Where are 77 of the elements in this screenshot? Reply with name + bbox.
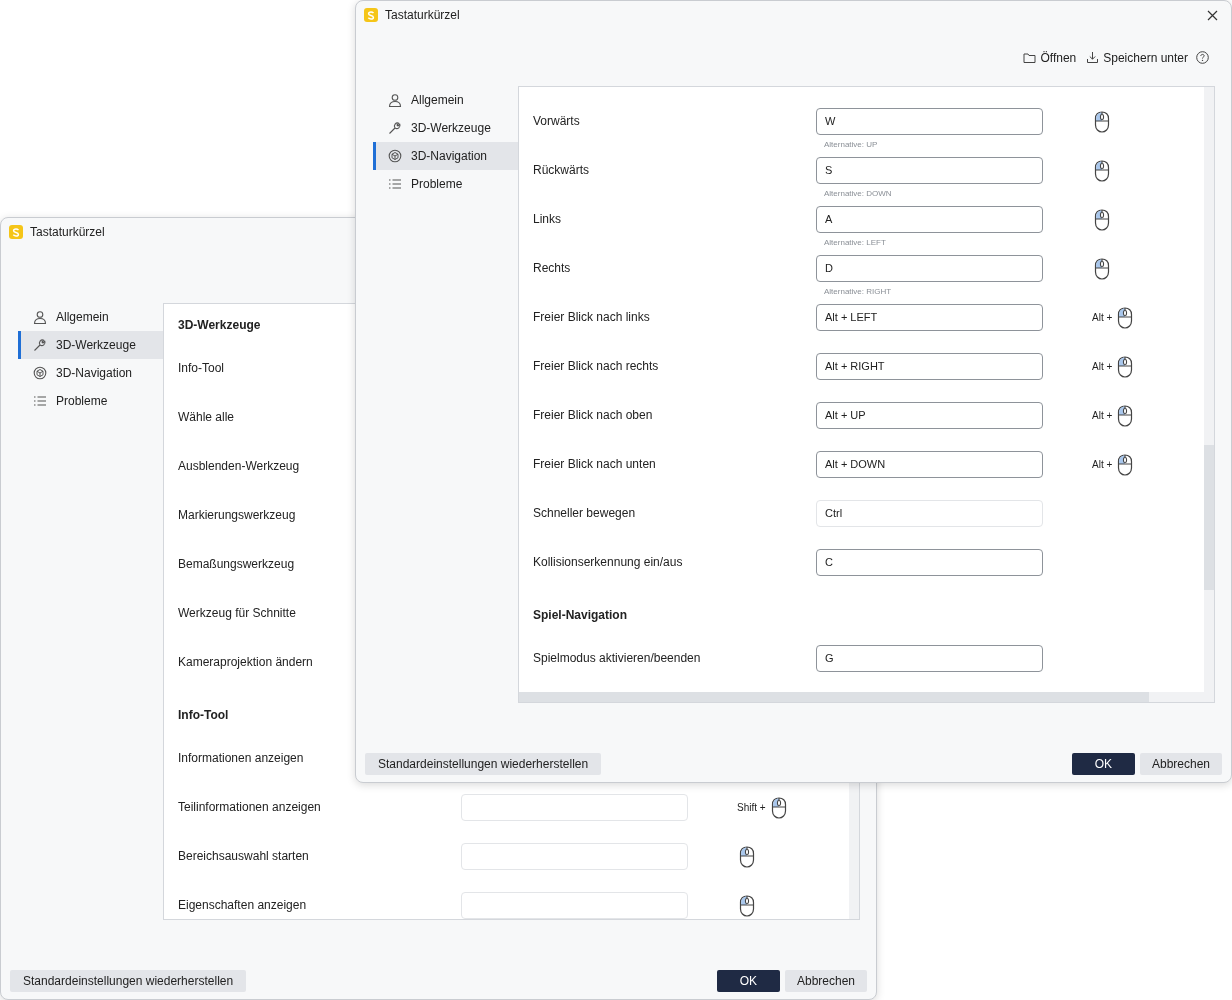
restore-defaults-button[interactable]: Standardeinstellungen wiederherstellen bbox=[365, 753, 602, 775]
restore-defaults-button[interactable]: Standardeinstellungen wiederherstellen bbox=[10, 970, 247, 992]
shortcut-label: Kameraprojektion ändern bbox=[178, 655, 313, 669]
list-icon bbox=[33, 394, 47, 408]
shortcut-label: Freier Blick nach rechts bbox=[533, 359, 659, 373]
sidebar-item[interactable]: Probleme bbox=[373, 170, 518, 198]
shortcut-field[interactable]: G bbox=[816, 645, 1043, 672]
cube-icon bbox=[33, 366, 47, 380]
shortcut-field[interactable]: Alt + UP bbox=[816, 402, 1043, 429]
cube-icon bbox=[388, 149, 402, 163]
shortcut-field[interactable]: A bbox=[816, 206, 1043, 233]
shortcut-field[interactable]: C bbox=[816, 549, 1043, 576]
open-button[interactable]: Öffnen bbox=[1021, 50, 1079, 65]
shortcut-label: Freier Blick nach unten bbox=[533, 457, 656, 471]
ok-button[interactable]: OK bbox=[716, 970, 780, 992]
modifier-label: Alt + bbox=[1092, 410, 1113, 421]
section-heading: Spiel-Navigation bbox=[533, 608, 627, 622]
section-heading: 3D-Werkzeuge bbox=[178, 318, 261, 332]
shortcut-label: Rechts bbox=[533, 261, 571, 275]
shortcut-label: Bemaßungswerkzeug bbox=[178, 557, 295, 571]
app-logo-icon bbox=[364, 8, 378, 22]
sidebar-item[interactable]: Probleme bbox=[18, 387, 163, 415]
modifier-label: Alt + bbox=[1092, 459, 1113, 470]
shortcut-label: Freier Blick nach links bbox=[533, 310, 650, 324]
shortcut-label: Kollisionserkennung ein/aus bbox=[533, 555, 683, 569]
alternative-hint: Alternative: DOWN bbox=[823, 189, 893, 199]
cancel-button[interactable]: Abbrechen bbox=[784, 970, 867, 992]
folder-icon bbox=[1023, 51, 1037, 64]
shortcut-label: Links bbox=[533, 212, 561, 226]
wrench-icon bbox=[388, 121, 402, 135]
person-icon bbox=[388, 93, 402, 107]
scrollbar-thumb[interactable] bbox=[1204, 445, 1214, 590]
shortcut-label: Markierungswerkzeug bbox=[178, 508, 296, 522]
sidebar-item[interactable]: 3D-Navigation bbox=[18, 359, 163, 387]
save-as-button[interactable]: Speichern unter bbox=[1084, 50, 1190, 65]
shortcut-label: Rückwärts bbox=[533, 163, 589, 177]
shortcut-field[interactable]: S bbox=[816, 157, 1043, 184]
ok-button[interactable]: OK bbox=[1071, 753, 1135, 775]
download-icon bbox=[1086, 51, 1100, 64]
shortcut-label: Eigenschaften anzeigen bbox=[178, 898, 307, 912]
shortcut-field[interactable]: D bbox=[816, 255, 1043, 282]
shortcut-label: Info-Tool bbox=[178, 361, 225, 375]
app-logo-icon bbox=[9, 225, 23, 239]
modifier-label: Alt + bbox=[1092, 312, 1113, 323]
shortcut-field[interactable]: Alt + LEFT bbox=[816, 304, 1043, 331]
section-heading: Info-Tool bbox=[178, 708, 229, 722]
sidebar-item[interactable]: Allgemein bbox=[373, 86, 518, 114]
shortcut-label: Vorwärts bbox=[533, 114, 580, 128]
alternative-hint: Alternative: LEFT bbox=[823, 238, 887, 248]
sidebar-item[interactable]: 3D-Navigation bbox=[373, 142, 518, 170]
person-icon bbox=[33, 310, 47, 324]
sidebar-item[interactable]: 3D-Werkzeuge bbox=[373, 114, 518, 142]
help-icon[interactable] bbox=[1196, 51, 1209, 64]
shortcut-label: Informationen anzeigen bbox=[178, 751, 304, 765]
sidebar-item[interactable]: Allgemein bbox=[18, 303, 163, 331]
alternative-hint: Alternative: RIGHT bbox=[823, 287, 893, 297]
shortcut-field[interactable]: W bbox=[816, 108, 1043, 135]
alternative-hint: Alternative: UP bbox=[823, 140, 879, 150]
wrench-icon bbox=[33, 338, 47, 352]
shortcut-label: Teilinformationen anzeigen bbox=[178, 800, 321, 814]
shortcut-field[interactable]: Alt + RIGHT bbox=[816, 353, 1043, 380]
shortcut-label: Ausblenden-Werkzeug bbox=[178, 459, 300, 473]
window-title: Tastaturkürzel bbox=[385, 8, 460, 22]
sidebar-item[interactable]: 3D-Werkzeuge bbox=[18, 331, 163, 359]
shortcut-field[interactable]: Alt + DOWN bbox=[816, 451, 1043, 478]
shortcut-label: Spielmodus aktivieren/beenden bbox=[533, 651, 701, 665]
cancel-button[interactable]: Abbrechen bbox=[1139, 753, 1222, 775]
modifier-label: Shift + bbox=[737, 802, 766, 813]
shortcut-label: Werkzeug für Schnitte bbox=[178, 606, 296, 620]
list-icon bbox=[388, 177, 402, 191]
shortcut-label: Schneller bewegen bbox=[533, 506, 636, 520]
shortcut-label: Freier Blick nach oben bbox=[533, 408, 653, 422]
modifier-label: Alt + bbox=[1092, 361, 1113, 372]
close-icon[interactable] bbox=[1207, 9, 1218, 21]
shortcut-label: Wähle alle bbox=[178, 410, 235, 424]
window-title: Tastaturkürzel bbox=[30, 225, 105, 239]
shortcut-label: Bereichsauswahl starten bbox=[178, 849, 309, 863]
